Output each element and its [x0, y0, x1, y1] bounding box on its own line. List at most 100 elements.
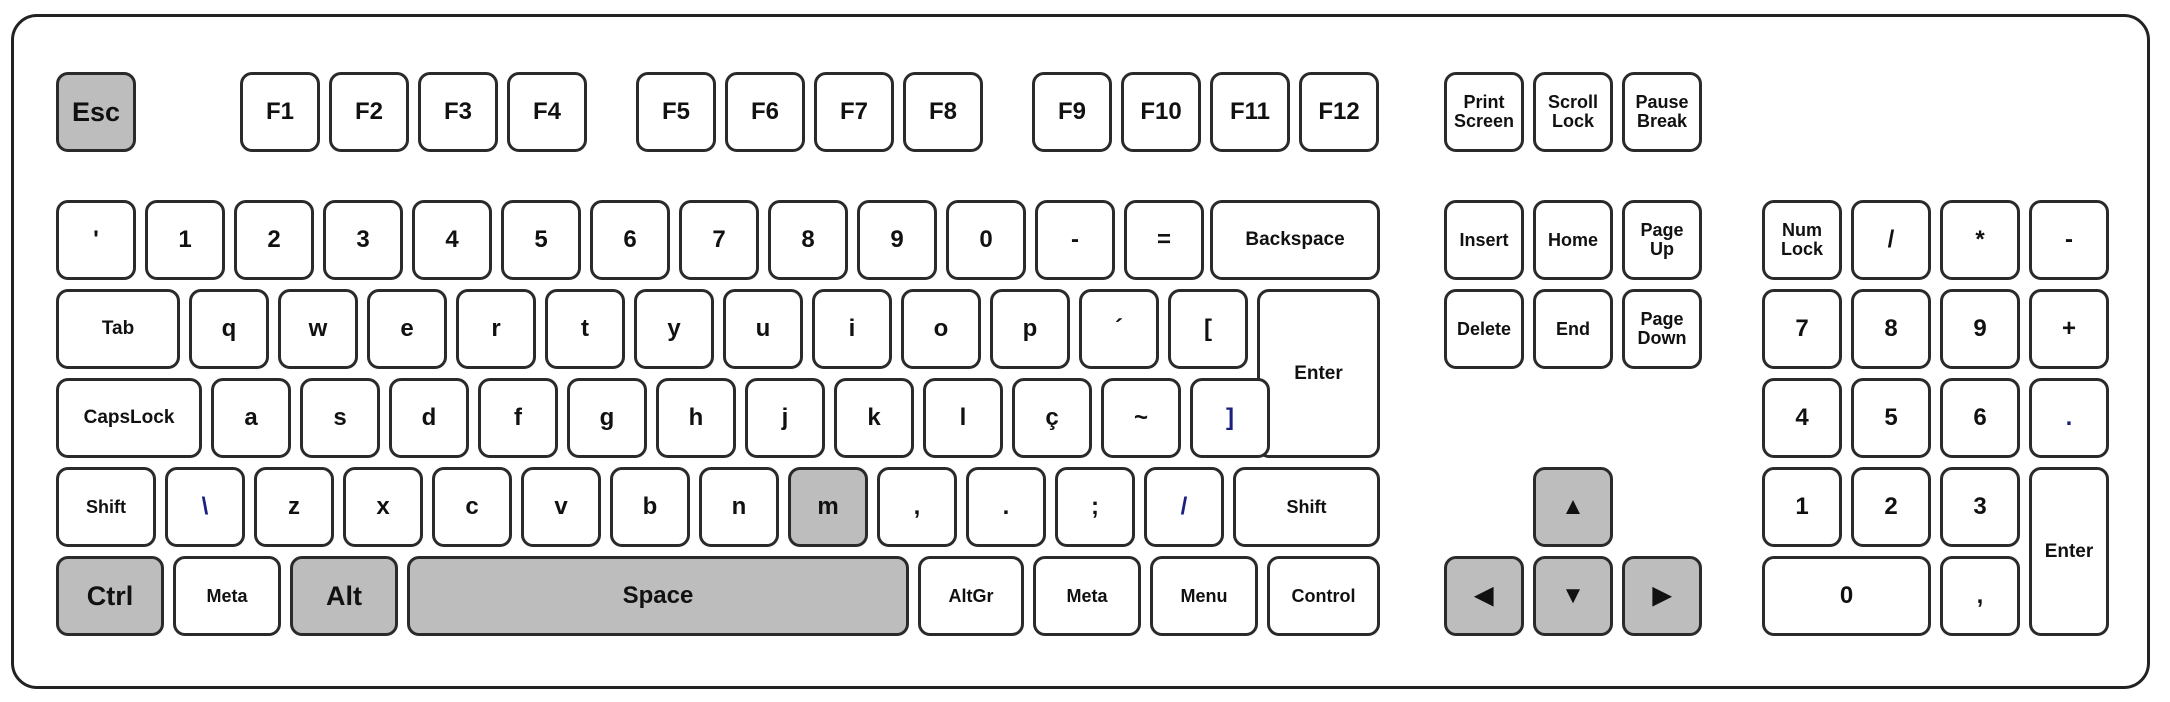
- key-rmeta[interactable]: Meta: [1033, 556, 1141, 636]
- key-f1[interactable]: F1: [240, 72, 320, 152]
- key-backslash[interactable]: \: [165, 467, 245, 547]
- key-printscreen[interactable]: Print Screen: [1444, 72, 1524, 152]
- key-np-plus[interactable]: +: [2029, 289, 2109, 369]
- arrow-left-key[interactable]: ◀: [1444, 556, 1524, 636]
- key-f8[interactable]: F8: [903, 72, 983, 152]
- key-np7[interactable]: 7: [1762, 289, 1842, 369]
- key-comma[interactable]: ,: [877, 467, 957, 547]
- key-d[interactable]: d: [389, 378, 469, 458]
- key-p[interactable]: p: [990, 289, 1070, 369]
- key-end[interactable]: End: [1533, 289, 1613, 369]
- key-semicolon[interactable]: ;: [1055, 467, 1135, 547]
- key-capslock[interactable]: CapsLock: [56, 378, 202, 458]
- key-m[interactable]: m: [788, 467, 868, 547]
- arrow-right-key[interactable]: ▶: [1622, 556, 1702, 636]
- key-f2[interactable]: F2: [329, 72, 409, 152]
- key-d8[interactable]: 8: [768, 200, 848, 280]
- key-insert[interactable]: Insert: [1444, 200, 1524, 280]
- key-np6[interactable]: 6: [1940, 378, 2020, 458]
- key-minus[interactable]: -: [1035, 200, 1115, 280]
- key-np-star[interactable]: *: [1940, 200, 2020, 280]
- key-period[interactable]: .: [966, 467, 1046, 547]
- key-delete[interactable]: Delete: [1444, 289, 1524, 369]
- key-pageup[interactable]: Page Up: [1622, 200, 1702, 280]
- key-lbracket[interactable]: [: [1168, 289, 1248, 369]
- key-f9[interactable]: F9: [1032, 72, 1112, 152]
- key-control[interactable]: Control: [1267, 556, 1380, 636]
- key-lmeta[interactable]: Meta: [173, 556, 281, 636]
- key-g[interactable]: g: [567, 378, 647, 458]
- key-np-dot[interactable]: .: [2029, 378, 2109, 458]
- key-space[interactable]: Space: [407, 556, 909, 636]
- key-home[interactable]: Home: [1533, 200, 1613, 280]
- key-np5[interactable]: 5: [1851, 378, 1931, 458]
- key-rshift[interactable]: Shift: [1233, 467, 1380, 547]
- key-f11[interactable]: F11: [1210, 72, 1290, 152]
- arrow-up-key[interactable]: ▲: [1533, 467, 1613, 547]
- key-np-slash[interactable]: /: [1851, 200, 1931, 280]
- key-menu[interactable]: Menu: [1150, 556, 1258, 636]
- key-cedilla[interactable]: ç: [1012, 378, 1092, 458]
- key-np3[interactable]: 3: [1940, 467, 2020, 547]
- key-j[interactable]: j: [745, 378, 825, 458]
- key-tab[interactable]: Tab: [56, 289, 180, 369]
- key-np9[interactable]: 9: [1940, 289, 2020, 369]
- key-quote[interactable]: ': [56, 200, 136, 280]
- key-f5[interactable]: F5: [636, 72, 716, 152]
- key-lshift[interactable]: Shift: [56, 467, 156, 547]
- key-altgr[interactable]: AltGr: [918, 556, 1024, 636]
- key-d0[interactable]: 0: [946, 200, 1026, 280]
- key-h[interactable]: h: [656, 378, 736, 458]
- key-u[interactable]: u: [723, 289, 803, 369]
- key-v[interactable]: v: [521, 467, 601, 547]
- key-pagedown[interactable]: Page Down: [1622, 289, 1702, 369]
- key-d5[interactable]: 5: [501, 200, 581, 280]
- key-np4[interactable]: 4: [1762, 378, 1842, 458]
- key-t[interactable]: t: [545, 289, 625, 369]
- key-z[interactable]: z: [254, 467, 334, 547]
- key-numlock[interactable]: Num Lock: [1762, 200, 1842, 280]
- key-c[interactable]: c: [432, 467, 512, 547]
- key-f6[interactable]: F6: [725, 72, 805, 152]
- key-np0[interactable]: 0: [1762, 556, 1931, 636]
- key-d3[interactable]: 3: [323, 200, 403, 280]
- key-f12[interactable]: F12: [1299, 72, 1379, 152]
- key-alt[interactable]: Alt: [290, 556, 398, 636]
- key-np-enter[interactable]: Enter: [2029, 467, 2109, 636]
- key-rbracket[interactable]: ]: [1190, 378, 1270, 458]
- key-f[interactable]: f: [478, 378, 558, 458]
- key-slash[interactable]: /: [1144, 467, 1224, 547]
- key-backspace[interactable]: Backspace: [1210, 200, 1380, 280]
- key-i[interactable]: i: [812, 289, 892, 369]
- key-d6[interactable]: 6: [590, 200, 670, 280]
- key-e[interactable]: e: [367, 289, 447, 369]
- key-d2[interactable]: 2: [234, 200, 314, 280]
- key-tilde[interactable]: ~: [1101, 378, 1181, 458]
- key-q[interactable]: q: [189, 289, 269, 369]
- key-esc[interactable]: Esc: [56, 72, 136, 152]
- key-equals[interactable]: =: [1124, 200, 1204, 280]
- key-f7[interactable]: F7: [814, 72, 894, 152]
- key-enter[interactable]: Enter: [1257, 289, 1380, 458]
- key-n[interactable]: n: [699, 467, 779, 547]
- key-o[interactable]: o: [901, 289, 981, 369]
- key-acute[interactable]: ´: [1079, 289, 1159, 369]
- key-scrolllock[interactable]: Scroll Lock: [1533, 72, 1613, 152]
- key-x[interactable]: x: [343, 467, 423, 547]
- key-b[interactable]: b: [610, 467, 690, 547]
- key-np-comma[interactable]: ,: [1940, 556, 2020, 636]
- key-f4[interactable]: F4: [507, 72, 587, 152]
- key-f10[interactable]: F10: [1121, 72, 1201, 152]
- key-s[interactable]: s: [300, 378, 380, 458]
- key-w[interactable]: w: [278, 289, 358, 369]
- key-np8[interactable]: 8: [1851, 289, 1931, 369]
- key-np1[interactable]: 1: [1762, 467, 1842, 547]
- key-d4[interactable]: 4: [412, 200, 492, 280]
- key-d7[interactable]: 7: [679, 200, 759, 280]
- key-r[interactable]: r: [456, 289, 536, 369]
- arrow-down-key[interactable]: ▼: [1533, 556, 1613, 636]
- key-d1[interactable]: 1: [145, 200, 225, 280]
- key-d9[interactable]: 9: [857, 200, 937, 280]
- key-k[interactable]: k: [834, 378, 914, 458]
- key-np2[interactable]: 2: [1851, 467, 1931, 547]
